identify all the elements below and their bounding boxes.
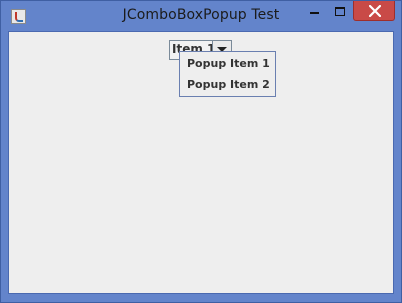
window-title: JComboBoxPopup Test — [122, 7, 280, 23]
java-app-icon[interactable] — [11, 9, 26, 24]
popup-item-2[interactable]: Popup Item 2 — [187, 78, 270, 91]
close-icon — [369, 5, 381, 17]
maximize-button[interactable] — [328, 1, 353, 21]
minimize-button[interactable] — [302, 1, 328, 21]
title-bar[interactable]: JComboBoxPopup Test — [1, 1, 401, 32]
popup-item-1[interactable]: Popup Item 1 — [187, 57, 270, 70]
close-button[interactable] — [353, 1, 395, 21]
combo-popup: Popup Item 1 Popup Item 2 — [179, 51, 276, 97]
